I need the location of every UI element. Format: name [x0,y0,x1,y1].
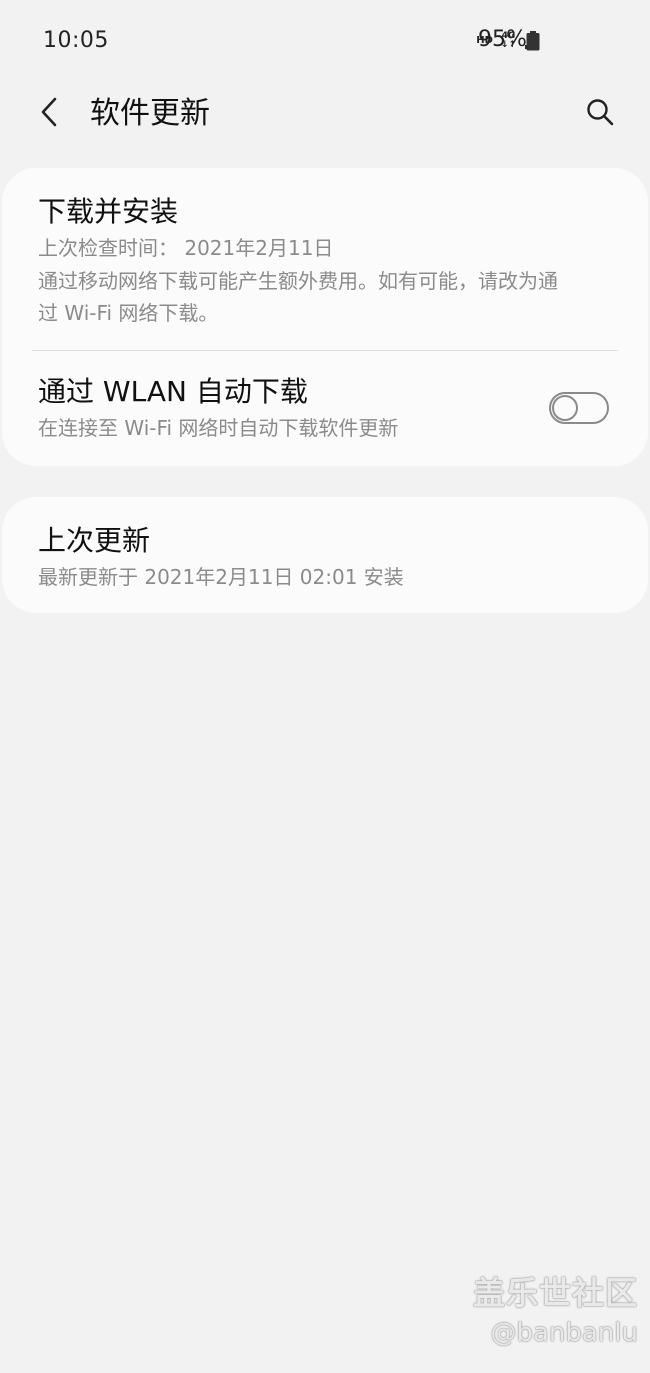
search-button[interactable] [578,92,622,136]
download-install-item[interactable]: 下载并安装 上次检查时间： 2021年2月11日 通过移动网络下载可能产生额外费… [2,168,648,348]
battery-icon [526,31,540,51]
toggle-knob [552,395,578,421]
page-title: 软件更新 [90,96,210,131]
last-update-title: 上次更新 [38,524,151,557]
divider [32,350,618,351]
last-update-subtitle: 最新更新于 2021年2月11日 02:01 安装 [38,565,404,589]
status-time: 10:05 [43,28,109,53]
last-checked-text: 上次检查时间： 2021年2月11日 [38,236,334,260]
mobile-data-note-line2: 过 Wi-Fi 网络下载。 [38,301,219,325]
wlan-auto-download-subtitle: 在连接至 Wi-Fi 网络时自动下载软件更新 [38,416,399,440]
wlan-auto-download-toggle[interactable] [549,392,609,424]
update-settings-card: 下载并安装 上次检查时间： 2021年2月11日 通过移动网络下载可能产生额外费… [2,168,648,466]
last-update-card[interactable]: 上次更新 最新更新于 2021年2月11日 02:01 安装 [2,497,648,613]
search-icon [585,97,615,131]
chevron-left-icon [39,96,61,132]
wlan-auto-download-title: 通过 WLAN 自动下载 [38,375,308,408]
download-install-title: 下载并安装 [38,195,179,228]
app-bar: 软件更新 [0,84,650,144]
back-button[interactable] [28,92,72,136]
battery-percentage: 95% [478,27,527,52]
mobile-data-note-line1: 通过移动网络下载可能产生额外费用。如有可能，请改为通 [38,269,558,293]
watermark-username: @banbanlu [490,1318,638,1348]
status-bar: 10:05 HD 4G ↓↑ 95% [0,0,650,84]
community-watermark-logo: 盖乐世社区 [472,1274,638,1312]
